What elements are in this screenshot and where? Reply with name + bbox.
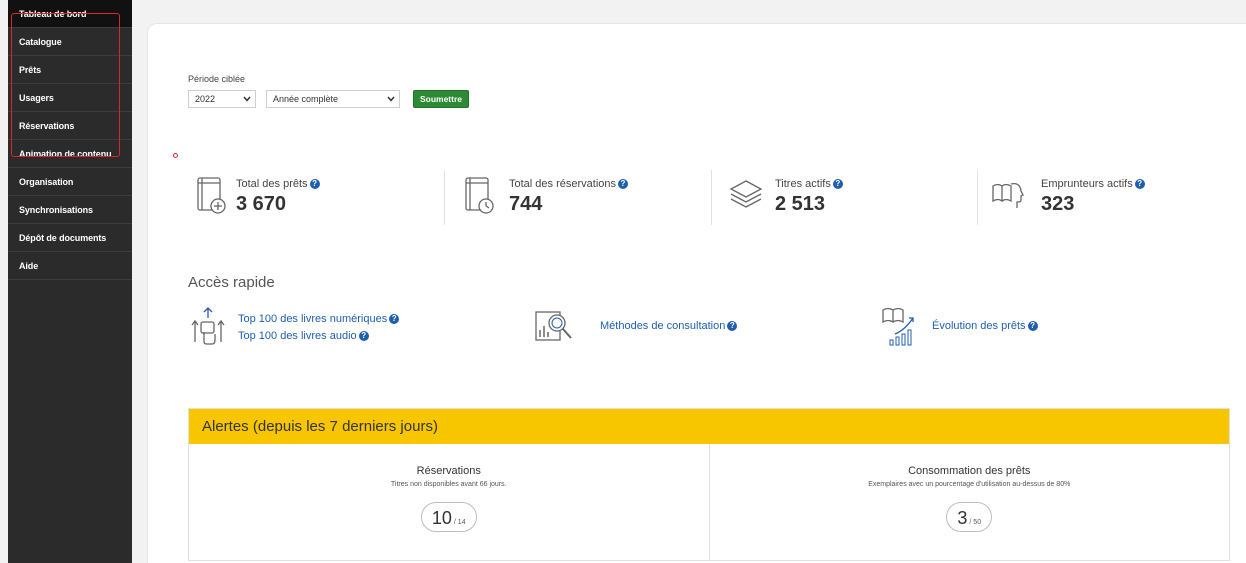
year-select-value: 2022 [195, 94, 216, 104]
help-icon[interactable]: ? [1027, 321, 1038, 331]
alert-count-badge[interactable]: 3 / 50 [946, 502, 993, 532]
layers-icon [729, 180, 763, 208]
stat-value: 323 [1041, 193, 1075, 215]
alert-title: Consommation des prêts [908, 465, 1031, 477]
stat-label: Emprunteurs actifs [1041, 178, 1133, 190]
loans-evolution-label: Évolution des prêts [932, 320, 1026, 332]
stat-divider [711, 170, 712, 225]
alert-subtitle: Titres non disponibles avant 66 jours. [390, 481, 507, 488]
help-icon[interactable]: ? [358, 331, 369, 341]
loans-evolution-link[interactable]: Évolution des prêts? [932, 320, 1038, 332]
alerts-body: Réservations Titres non disponibles avan… [189, 444, 1229, 560]
annotation-dot [173, 153, 178, 158]
help-icon[interactable]: ? [618, 179, 628, 189]
top-audiobooks-link[interactable]: Top 100 des livres audio? [238, 330, 369, 342]
stat-active-borrowers: Emprunteurs actifs? 323 [990, 170, 1240, 225]
stat-label: Total des prêts [236, 178, 308, 190]
period-select-value: Année complète [273, 94, 339, 104]
alerts-title: Alertes (depuis les 7 derniers jours) [189, 409, 1229, 444]
sidebar-item-usagers[interactable]: Usagers [8, 84, 132, 112]
book-plus-icon [197, 177, 226, 214]
alert-loan-consumption: Consommation des prêts Exemplaires avec … [708, 444, 1230, 560]
main-panel: Période ciblée 2022 Année complète Soume… [147, 23, 1246, 563]
stat-divider [977, 170, 978, 225]
stat-label: Total des réservations [509, 178, 616, 190]
sidebar-item-catalogue[interactable]: Catalogue [8, 28, 132, 56]
stat-value: 3 670 [236, 193, 287, 215]
magnifier-report-icon [535, 311, 572, 341]
top-ebooks-label: Top 100 des livres numériques [238, 313, 388, 325]
sidebar-item-aide[interactable]: Aide [8, 252, 132, 280]
top-books-icon [191, 307, 225, 345]
consultation-methods-label: Méthodes de consultation [600, 320, 726, 332]
quick-access-title: Accès rapide [188, 274, 275, 291]
alerts-panel: Alertes (depuis les 7 derniers jours) Ré… [188, 408, 1230, 561]
alert-subtitle: Exemplaires avec un pourcentage d'utilis… [868, 481, 1071, 488]
help-icon[interactable]: ? [389, 314, 400, 324]
stat-value: 744 [509, 193, 543, 215]
alert-count: 3 [957, 508, 968, 528]
chevron-down-icon [383, 91, 399, 107]
sidebar-item-reservations[interactable]: Réservations [8, 112, 132, 140]
stat-total-loans: Total des prêts? 3 670 [196, 170, 446, 225]
sidebar-item-depot-de-documents[interactable]: Dépôt de documents [8, 224, 132, 252]
period-label: Période ciblée [188, 74, 246, 84]
alert-count: 10 [431, 508, 452, 528]
sidebar: Tableau de bord Catalogue Prêts Usagers … [8, 0, 132, 563]
help-icon[interactable]: ? [832, 179, 843, 189]
help-icon[interactable]: ? [1134, 179, 1145, 189]
stat-total-reservations: Total des réservations? 744 [464, 170, 714, 225]
consultation-methods-link[interactable]: Méthodes de consultation? [600, 320, 738, 332]
submit-button[interactable]: Soumettre [413, 90, 469, 108]
chevron-down-icon [239, 91, 255, 107]
stat-divider [444, 170, 445, 225]
stat-label: Titres actifs [775, 178, 831, 190]
top-audiobooks-label: Top 100 des livres audio [238, 330, 357, 342]
sidebar-item-tableau-de-bord[interactable]: Tableau de bord [8, 0, 132, 28]
help-icon[interactable]: ? [309, 179, 320, 189]
sidebar-item-organisation[interactable]: Organisation [8, 168, 132, 196]
alert-reservations: Réservations Titres non disponibles avan… [189, 444, 709, 560]
help-icon[interactable]: ? [727, 321, 738, 331]
stat-active-titles: Titres actifs? 2 513 [728, 170, 978, 225]
sidebar-item-synchronisations[interactable]: Synchronisations [8, 196, 132, 224]
book-growth-icon [882, 307, 914, 346]
alert-count-badge[interactable]: 10 / 14 [420, 502, 477, 532]
sidebar-item-prets[interactable]: Prêts [8, 56, 132, 84]
top-ebooks-link[interactable]: Top 100 des livres numériques? [238, 313, 400, 325]
alert-total: / 14 [453, 519, 466, 526]
period-select[interactable]: Année complète [266, 90, 400, 108]
book-clock-icon [465, 177, 494, 214]
sidebar-item-animation-de-contenu[interactable]: Animation de contenu [8, 140, 132, 168]
reader-head-icon [992, 183, 1024, 208]
year-select[interactable]: 2022 [188, 90, 256, 108]
alert-title: Réservations [416, 465, 481, 477]
alert-total: / 50 [969, 519, 982, 526]
stat-value: 2 513 [775, 193, 826, 215]
